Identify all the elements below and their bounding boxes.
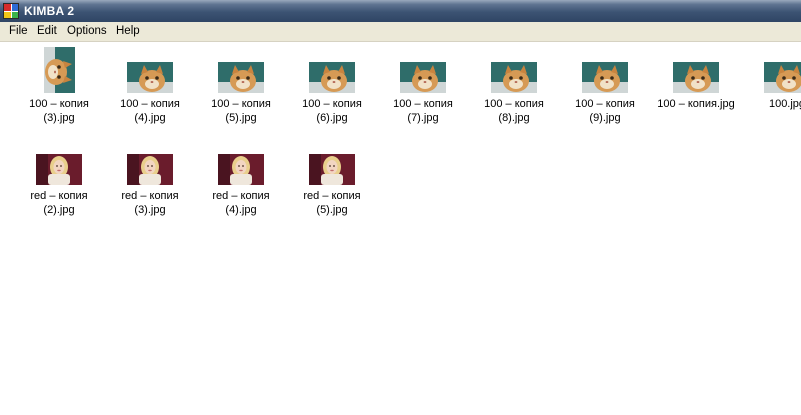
file-item[interactable]: red – копия (5).jpg xyxy=(287,136,377,217)
thumbnail-area xyxy=(287,44,377,93)
cat-photo-thumbnail xyxy=(764,62,801,93)
woman-portrait-thumbnail xyxy=(218,154,264,185)
file-item[interactable]: 100 – копия.jpg xyxy=(651,44,741,111)
file-item[interactable]: 100 – копия (5).jpg xyxy=(196,44,286,125)
file-item[interactable]: 100 – копия (6).jpg xyxy=(287,44,377,125)
title-bar[interactable]: KIMBA 2 xyxy=(0,0,801,22)
cat-photo-thumbnail xyxy=(400,62,446,93)
window-title: KIMBA 2 xyxy=(24,4,75,18)
thumbnail-area xyxy=(651,44,741,93)
file-item[interactable]: red – копия (3).jpg xyxy=(105,136,195,217)
file-name-label: 100.jpg xyxy=(768,98,801,110)
file-list-view[interactable]: 100 – копия (3).jpg 100 – копия (4).jpg 10… xyxy=(0,42,801,415)
woman-portrait-thumbnail xyxy=(36,154,82,185)
file-item[interactable]: 100 – копия (9).jpg xyxy=(560,44,650,125)
thumbnail-area xyxy=(105,136,195,185)
woman-portrait-thumbnail xyxy=(309,154,355,185)
file-name-label: red – копия (4).jpg xyxy=(212,190,270,216)
file-name-label: red – копия (2).jpg xyxy=(30,190,88,216)
file-name-label: 100 – копия (4).jpg xyxy=(120,98,180,124)
file-item[interactable]: 100.jpg xyxy=(742,44,801,111)
menu-file[interactable]: File xyxy=(9,25,28,37)
cat-photo-thumbnail xyxy=(491,62,537,93)
thumbnail-area xyxy=(742,44,801,93)
thumbnail-area xyxy=(560,44,650,93)
menu-bar: File Edit Options Help xyxy=(0,22,801,42)
file-name-label: 100 – копия (3).jpg xyxy=(29,98,89,124)
file-name-label: 100 – копия (8).jpg xyxy=(484,98,544,124)
file-name-label: 100 – копия.jpg xyxy=(657,98,735,110)
cat-photo-thumbnail xyxy=(673,62,719,93)
file-name-label: 100 – копия (9).jpg xyxy=(575,98,635,124)
file-name-label: red – копия (5).jpg xyxy=(303,190,361,216)
cat-photo-thumbnail xyxy=(127,62,173,93)
file-item[interactable]: red – копия (4).jpg xyxy=(196,136,286,217)
file-item[interactable]: red – копия (2).jpg xyxy=(14,136,104,217)
file-item[interactable]: 100 – копия (8).jpg xyxy=(469,44,559,125)
menu-help[interactable]: Help xyxy=(116,25,140,37)
app-window-icon xyxy=(3,3,19,19)
thumbnail-area xyxy=(196,136,286,185)
thumbnail-area xyxy=(378,44,468,93)
file-name-label: 100 – копия (6).jpg xyxy=(302,98,362,124)
file-name-label: 100 – копия (5).jpg xyxy=(211,98,271,124)
thumbnail-area xyxy=(14,136,104,185)
thumbnail-area xyxy=(196,44,286,93)
woman-portrait-thumbnail xyxy=(127,154,173,185)
file-item[interactable]: 100 – копия (3).jpg xyxy=(14,44,104,125)
cat-photo-thumbnail xyxy=(218,62,264,93)
file-name-label: red – копия (3).jpg xyxy=(121,190,179,216)
thumbnail-area xyxy=(105,44,195,93)
thumbnail-area xyxy=(14,44,104,93)
menu-edit[interactable]: Edit xyxy=(37,25,57,37)
cat-photo-thumbnail xyxy=(582,62,628,93)
file-name-label: 100 – копия (7).jpg xyxy=(393,98,453,124)
file-item[interactable]: 100 – копия (4).jpg xyxy=(105,44,195,125)
file-item[interactable]: 100 – копия (7).jpg xyxy=(378,44,468,125)
thumbnail-area xyxy=(469,44,559,93)
cat-photo-thumbnail-rotated xyxy=(43,47,75,93)
app-window: KIMBA 2 File Edit Options Help 100 – коп… xyxy=(0,0,801,415)
menu-options[interactable]: Options xyxy=(67,25,107,37)
cat-photo-thumbnail xyxy=(309,62,355,93)
thumbnail-area xyxy=(287,136,377,185)
